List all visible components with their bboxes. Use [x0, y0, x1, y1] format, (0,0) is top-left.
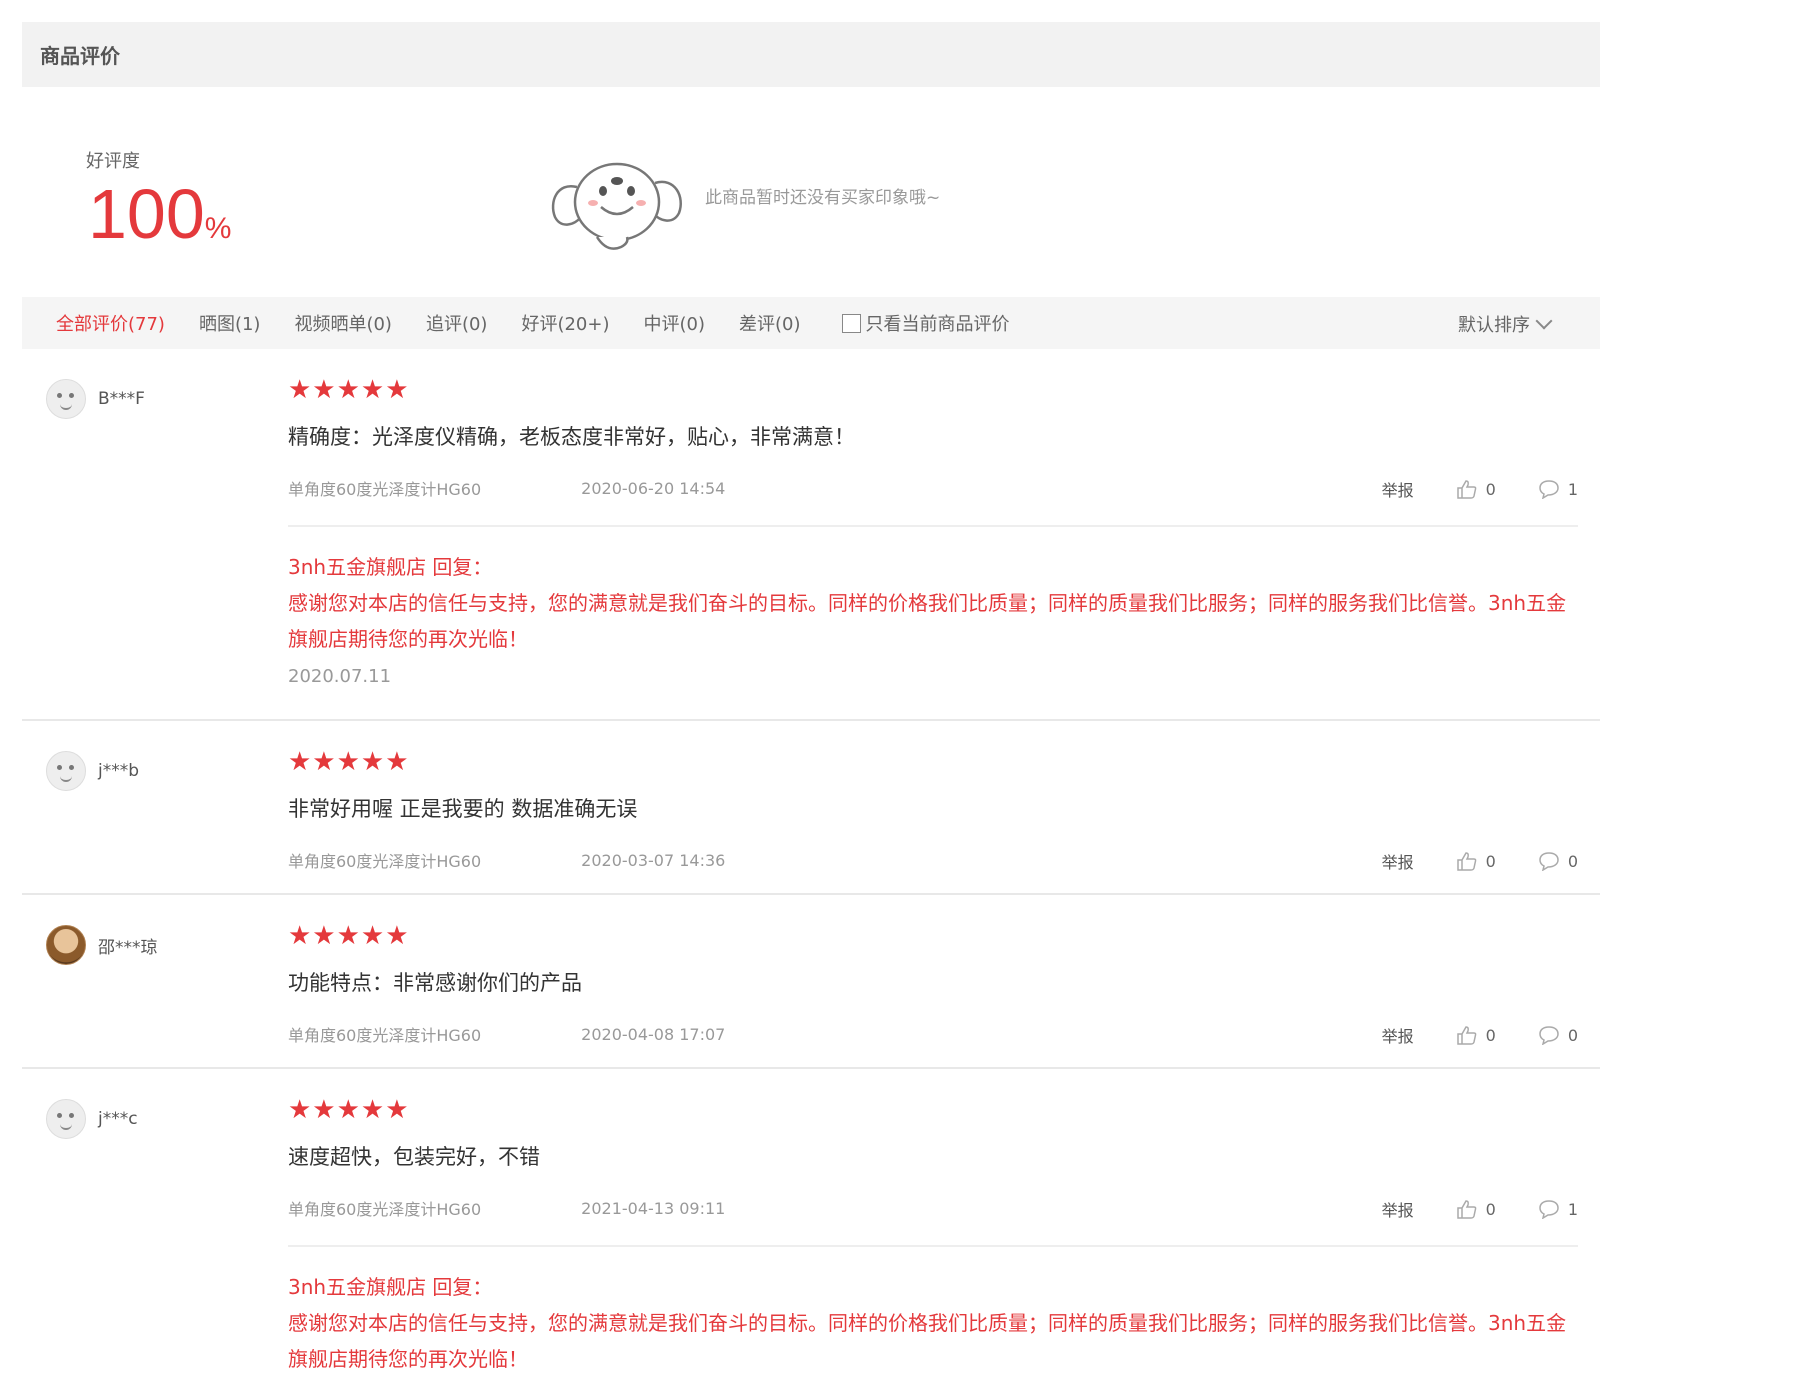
- reviewer-name: B***F: [98, 389, 145, 409]
- reviewer: 邵***琼: [46, 925, 158, 965]
- tab-positive[interactable]: 好评(20+): [521, 310, 609, 336]
- comment-icon[interactable]: [1538, 851, 1560, 871]
- seller-reply: 3nh五金旗舰店 回复： 感谢您对本店的信任与支持，您的满意就是我们奋斗的目标。…: [288, 1247, 1578, 1377]
- reviewer: j***b: [46, 751, 139, 791]
- like-count: 0: [1485, 851, 1496, 871]
- comment-count: 0: [1567, 1025, 1578, 1045]
- positive-rate-label: 好评度: [86, 151, 140, 172]
- reply-from: 3nh五金旗舰店 回复：: [288, 1275, 493, 1299]
- review-content: 非常好用喔 正是我要的 数据准确无误: [288, 797, 638, 821]
- star-rating: ★★★★★: [288, 921, 410, 951]
- rating-summary: 好评度 100% 此商品暂时还没有买家印象哦~: [22, 87, 1600, 297]
- reviewer-name: 邵***琼: [98, 937, 158, 958]
- review-item: B***F ★★★★★ 精确度：光泽度仪精确，老板态度非常好，贴心，非常满意！ …: [22, 349, 1600, 721]
- review-item: j***c ★★★★★ 速度超快，包装完好，不错 单角度60度光泽度计HG60 …: [22, 1069, 1600, 1371]
- review-section: 商品评价 好评度 100% 此商品暂时还没有买家印象哦~ 全部评价(77) 晒图…: [22, 22, 1600, 1371]
- reply-from: 3nh五金旗舰店 回复：: [288, 555, 493, 579]
- positive-rate-unit: %: [204, 212, 232, 245]
- only-current-filter[interactable]: 只看当前商品评价: [842, 310, 1009, 336]
- comment-icon[interactable]: [1538, 479, 1560, 499]
- filter-bar: 全部评价(77) 晒图(1) 视频晒单(0) 追评(0) 好评(20+) 中评(…: [22, 297, 1600, 349]
- review-content: 精确度：光泽度仪精确，老板态度非常好，贴心，非常满意！: [288, 425, 855, 449]
- comment-icon[interactable]: [1538, 1199, 1560, 1219]
- report-link[interactable]: 举报: [1382, 1197, 1414, 1221]
- comment-icon[interactable]: [1538, 1025, 1560, 1045]
- positive-rate-value: 100%: [88, 179, 231, 249]
- only-current-label: 只看当前商品评价: [865, 314, 1010, 335]
- only-current-checkbox[interactable]: [842, 313, 862, 333]
- product-variant: 单角度60度光泽度计HG60: [288, 480, 482, 499]
- review-content: 功能特点：非常感谢你们的产品: [288, 971, 582, 995]
- avatar: [46, 925, 86, 965]
- reviewer: B***F: [46, 379, 145, 419]
- positive-rate-number: 100: [88, 175, 205, 253]
- mascot-icon: [551, 162, 682, 250]
- report-link[interactable]: 举报: [1382, 849, 1414, 873]
- sort-dropdown[interactable]: 默认排序: [1458, 311, 1553, 337]
- report-link[interactable]: 举报: [1382, 477, 1414, 501]
- tab-followup[interactable]: 追评(0): [426, 310, 488, 336]
- review-item: 邵***琼 ★★★★★ 功能特点：非常感谢你们的产品 单角度60度光泽度计HG6…: [22, 895, 1600, 1069]
- tab-photo[interactable]: 晒图(1): [199, 310, 261, 336]
- thumbs-up-icon[interactable]: [1456, 479, 1478, 499]
- comment-count: 1: [1567, 479, 1578, 499]
- sort-label: 默认排序: [1458, 315, 1530, 336]
- seller-reply: 3nh五金旗舰店 回复： 感谢您对本店的信任与支持，您的满意就是我们奋斗的目标。…: [288, 527, 1578, 695]
- reply-text: 感谢您对本店的信任与支持，您的满意就是我们奋斗的目标。同样的价格我们比质量；同样…: [288, 591, 1567, 651]
- product-variant: 单角度60度光泽度计HG60: [288, 1026, 482, 1045]
- review-content: 速度超快，包装完好，不错: [288, 1145, 540, 1169]
- comment-count: 1: [1567, 1199, 1578, 1219]
- tab-neutral[interactable]: 中评(0): [643, 310, 705, 336]
- reviewer-name: j***c: [98, 1109, 138, 1129]
- like-count: 0: [1485, 1199, 1496, 1219]
- section-header: 商品评价: [22, 22, 1600, 87]
- like-count: 0: [1485, 479, 1496, 499]
- avatar: [46, 1099, 86, 1139]
- avatar: [46, 379, 86, 419]
- review-date: 2020-06-20 14:54: [581, 478, 726, 498]
- review-actions: 举报 0 0: [1382, 849, 1578, 873]
- review-date: 2021-04-13 09:11: [581, 1198, 726, 1218]
- product-variant: 单角度60度光泽度计HG60: [288, 1200, 482, 1219]
- review-meta: 单角度60度光泽度计HG60 2020-06-20 14:54 举报 0 1: [288, 477, 1578, 501]
- reply-date: 2020.07.11: [288, 666, 392, 687]
- star-rating: ★★★★★: [288, 1095, 410, 1125]
- tab-all[interactable]: 全部评价(77): [56, 310, 165, 336]
- report-link[interactable]: 举报: [1382, 1023, 1414, 1047]
- review-actions: 举报 0 1: [1382, 477, 1578, 501]
- reply-text: 感谢您对本店的信任与支持，您的满意就是我们奋斗的目标。同样的价格我们比质量；同样…: [288, 1311, 1567, 1371]
- review-meta: 单角度60度光泽度计HG60 2021-04-13 09:11 举报 0 1: [288, 1197, 1578, 1221]
- thumbs-up-icon[interactable]: [1456, 1025, 1478, 1045]
- review-meta: 单角度60度光泽度计HG60 2020-04-08 17:07 举报 0 0: [288, 1023, 1578, 1047]
- reviewer-name: j***b: [98, 761, 140, 781]
- like-count: 0: [1485, 1025, 1496, 1045]
- chevron-down-icon: [1535, 312, 1553, 330]
- no-impression-text: 此商品暂时还没有买家印象哦~: [705, 188, 941, 208]
- product-variant: 单角度60度光泽度计HG60: [288, 852, 482, 871]
- section-title: 商品评价: [40, 44, 120, 68]
- tab-video[interactable]: 视频晒单(0): [294, 310, 392, 336]
- review-date: 2020-04-08 17:07: [581, 1024, 726, 1044]
- review-date: 2020-03-07 14:36: [581, 850, 726, 870]
- star-rating: ★★★★★: [288, 375, 410, 405]
- thumbs-up-icon[interactable]: [1456, 1199, 1478, 1219]
- review-meta: 单角度60度光泽度计HG60 2020-03-07 14:36 举报 0 0: [288, 849, 1578, 873]
- star-rating: ★★★★★: [288, 747, 410, 777]
- review-actions: 举报 0 0: [1382, 1023, 1578, 1047]
- tab-negative[interactable]: 差评(0): [739, 310, 801, 336]
- review-actions: 举报 0 1: [1382, 1197, 1578, 1221]
- review-item: j***b ★★★★★ 非常好用喔 正是我要的 数据准确无误 单角度60度光泽度…: [22, 721, 1600, 895]
- comment-count: 0: [1567, 851, 1578, 871]
- reviewer: j***c: [46, 1099, 138, 1139]
- thumbs-up-icon[interactable]: [1456, 851, 1478, 871]
- avatar: [46, 751, 86, 791]
